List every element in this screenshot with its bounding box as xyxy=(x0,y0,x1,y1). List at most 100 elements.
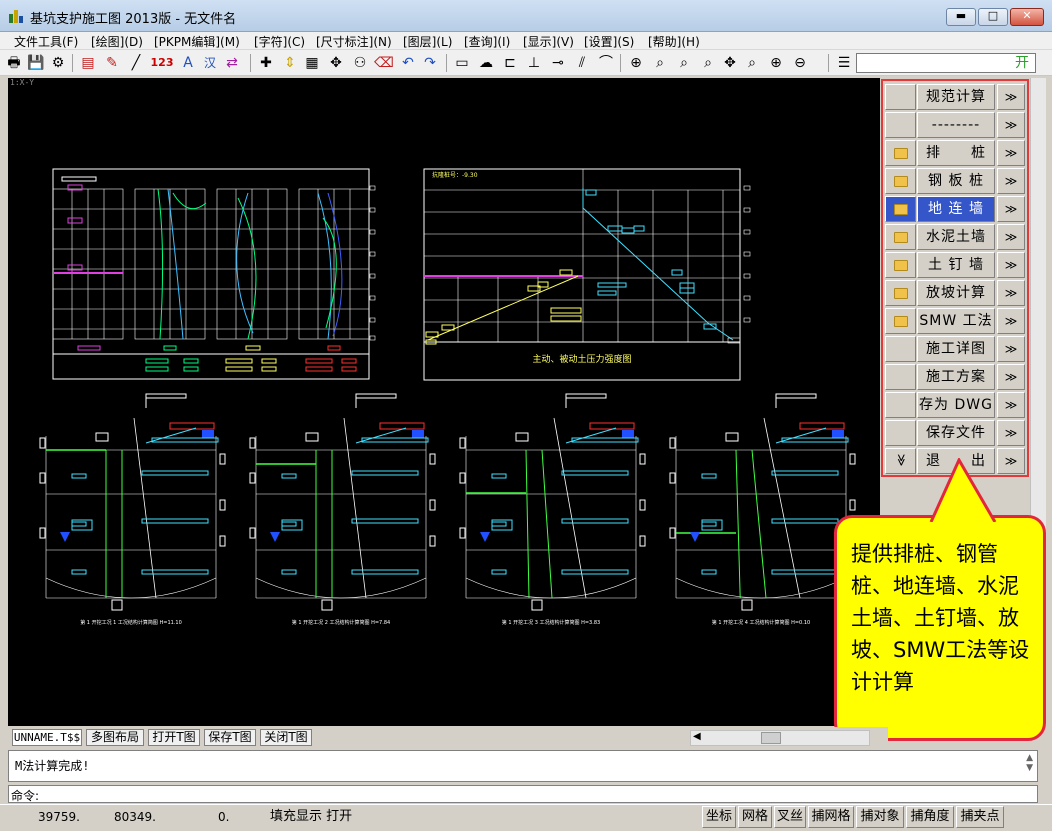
menu-layer[interactable]: [图层](L) xyxy=(403,33,452,50)
minimize-button[interactable]: ▬ xyxy=(946,8,976,26)
menu-query[interactable]: [查询](I) xyxy=(464,33,510,50)
toolbar-separator xyxy=(72,54,73,72)
status-snap-angle-button[interactable]: 捕角度 xyxy=(906,806,954,828)
menu-display[interactable]: [显示](V) xyxy=(523,33,574,50)
menu-file-tools[interactable]: 文件工具(F) xyxy=(14,33,78,50)
toolbar-separator xyxy=(620,54,621,72)
section-drawing: 第 1 开挖工况 2 工况结构计算简图 H=7.84 xyxy=(249,393,436,626)
zoom-out-icon[interactable]: ⊖ xyxy=(790,53,810,73)
status-crosshair-button[interactable]: 叉丝 xyxy=(774,806,806,828)
cloud-icon[interactable]: ☁ xyxy=(476,53,496,73)
output-panel: M法计算完成! ▲ ▼ xyxy=(8,750,1038,782)
tab-unname[interactable]: UNNAME.T$$ xyxy=(12,729,82,746)
toolbar-separator xyxy=(828,54,829,72)
layers-icon[interactable]: ☰ xyxy=(834,53,854,73)
command-prompt-label: 命令: xyxy=(11,789,40,803)
line-icon[interactable]: ╱ xyxy=(126,53,146,73)
trim-icon[interactable]: ⊏ xyxy=(500,53,520,73)
chart2-caption: 主动、被动土压力强度图 xyxy=(532,353,631,365)
tab-multi-layout[interactable]: 多图布局 xyxy=(86,729,144,746)
status-snap-grip-button[interactable]: 捕夹点 xyxy=(956,806,1004,828)
zoom-dynamic-icon[interactable]: ⌕ xyxy=(674,53,694,73)
break-icon[interactable]: ⊥ xyxy=(524,53,544,73)
output-message: M法计算完成! xyxy=(15,759,90,773)
menu-dimension[interactable]: [尺寸标注](N) xyxy=(316,33,392,50)
menu-help[interactable]: [帮助](H) xyxy=(648,33,700,50)
text-style-icon[interactable]: A xyxy=(178,53,198,73)
side-menu-highlight-frame xyxy=(881,79,1029,477)
chart2-tag: 抗隆桩号：-9.30 xyxy=(432,171,478,179)
undo-icon[interactable]: ↶ xyxy=(398,53,418,73)
menu-settings[interactable]: [设置](S) xyxy=(584,33,634,50)
number-text-icon[interactable]: 123 xyxy=(148,53,176,73)
menu-text[interactable]: [字符](C) xyxy=(254,33,305,50)
section-caption: 第 1 开挖工况 2 工况结构计算简图 H=7.84 xyxy=(292,619,390,626)
tools-icon[interactable]: ⚙ xyxy=(48,53,68,73)
tab-close-t[interactable]: 关闭T图 xyxy=(260,729,312,746)
layer-icon[interactable]: ▤ xyxy=(78,53,98,73)
cad-drawing: 抗隆桩号：-9.30 主动、被动土压力强度图 第 1 开挖工况 1 工况结构计算… xyxy=(39,168,856,626)
section-caption: 第 1 开挖工况 3 工况结构计算简图 H=3.83 xyxy=(502,619,600,626)
menu-bar: 文件工具(F) [绘图](D) [PKPM编辑](M) [字符](C) [尺寸标… xyxy=(0,32,1052,50)
rect-icon[interactable]: ▭ xyxy=(452,53,472,73)
move-icon[interactable]: ✥ xyxy=(326,53,346,73)
scroll-left-icon[interactable]: ◀ xyxy=(693,731,701,742)
toolbar-separator xyxy=(446,54,447,72)
output-scroll-icon[interactable]: ▲ ▼ xyxy=(1026,753,1033,773)
maximize-button[interactable]: □ xyxy=(978,8,1008,26)
title-bar: 基坑支护施工图 2013版 - 无文件名 ▬ □ ✕ xyxy=(0,0,1052,32)
drawing-canvas[interactable]: 1:X-Y 抗隆桩号：-9.30 主动、被动土压力强度图 第 1 开挖工况 1 … xyxy=(8,78,880,726)
status-snap-object-button[interactable]: 捕对象 xyxy=(856,806,904,828)
annotation-callout: 提供排桩、钢管桩、地连墙、水泥土墙、土钉墙、放坡、SMW工法等设计计算 xyxy=(834,458,1046,741)
erase-icon[interactable]: ⌫ xyxy=(374,53,394,73)
extend-icon[interactable]: ⊸ xyxy=(548,53,568,73)
internal-force-diagram xyxy=(52,168,376,380)
replace-icon[interactable]: ⇄ xyxy=(222,53,242,73)
zoom-window-icon[interactable]: ⌕ xyxy=(650,53,670,73)
toolbar: 🖶 💾 ⚙ ▤ ✎ ╱ 123 A 汉 ⇄ ✚ ⇕ ▦ ✥ ⚇ ⌫ ↶ ↷ ▭ … xyxy=(0,50,1052,76)
window-title: 基坑支护施工图 2013版 - 无文件名 xyxy=(30,12,237,27)
close-button[interactable]: ✕ xyxy=(1010,8,1044,26)
zoom-previous-icon[interactable]: ⌕ xyxy=(698,53,718,73)
earth-pressure-diagram: 抗隆桩号：-9.30 主动、被动土压力强度图 xyxy=(423,168,751,381)
menu-draw[interactable]: [绘图](D) xyxy=(91,33,143,50)
redo-icon[interactable]: ↷ xyxy=(420,53,440,73)
array-icon[interactable]: ▦ xyxy=(302,53,322,73)
status-bar: 39759. 80349. 0. 填充显示 打开 坐标 网格 叉丝 捕网格 捕对… xyxy=(0,804,1052,831)
scroll-thumb[interactable] xyxy=(761,732,781,744)
status-coord-button[interactable]: 坐标 xyxy=(702,806,736,828)
status-grid-button[interactable]: 网格 xyxy=(738,806,772,828)
save-icon[interactable]: 💾 xyxy=(26,53,46,73)
coord-y: 80349. xyxy=(114,810,156,824)
pan-icon[interactable]: ✥ xyxy=(720,53,740,73)
menu-pkpm-edit[interactable]: [PKPM编辑](M) xyxy=(154,33,240,50)
scale-icon[interactable]: ⚇ xyxy=(350,53,370,73)
app-icon xyxy=(9,10,23,23)
chinese-text-icon[interactable]: 汉 xyxy=(200,53,220,73)
offset-icon[interactable]: ⫽ xyxy=(572,53,592,73)
grid-snap-icon[interactable]: ✚ xyxy=(256,53,276,73)
callout-pointer xyxy=(929,458,997,522)
zoom-in-icon[interactable]: ⊕ xyxy=(766,53,786,73)
command-line[interactable]: 命令: xyxy=(8,785,1038,803)
section-drawing: 第 1 开挖工况 3 工况结构计算简图 H=3.83 xyxy=(459,393,646,626)
section-drawing: 第 1 开挖工况 1 工况结构计算简图 H=11.10 xyxy=(39,393,226,626)
command-input[interactable]: 开 xyxy=(856,53,1036,73)
coord-x: 39759. xyxy=(38,810,80,824)
excavation-sections: 第 1 开挖工况 1 工况结构计算简图 H=11.10 第 1 开挖工况 2 工况… xyxy=(39,393,856,626)
print-icon[interactable]: 🖶 xyxy=(4,53,24,73)
coord-z: 0. xyxy=(218,810,230,824)
section-caption: 第 1 开挖工况 4 工况结构计算简图 H=0.10 xyxy=(712,619,810,626)
move-updown-icon[interactable]: ⇕ xyxy=(280,53,300,73)
section-drawing: 第 1 开挖工况 4 工况结构计算简图 H=0.10 xyxy=(669,393,856,626)
horizontal-scrollbar[interactable]: ◀ xyxy=(690,730,870,746)
fillet-icon[interactable]: ⌒ xyxy=(596,53,616,73)
status-snap-grid-button[interactable]: 捕网格 xyxy=(808,806,854,828)
zoom-realtime-icon[interactable]: ⌕ xyxy=(742,53,762,73)
fill-display-status: 填充显示 打开 xyxy=(270,809,353,824)
section-caption: 第 1 开挖工况 1 工况结构计算简图 H=11.10 xyxy=(80,619,182,626)
tab-save-t[interactable]: 保存T图 xyxy=(204,729,256,746)
pen-icon[interactable]: ✎ xyxy=(102,53,122,73)
tab-open-t[interactable]: 打开T图 xyxy=(148,729,200,746)
zoom-all-icon[interactable]: ⊕ xyxy=(626,53,646,73)
